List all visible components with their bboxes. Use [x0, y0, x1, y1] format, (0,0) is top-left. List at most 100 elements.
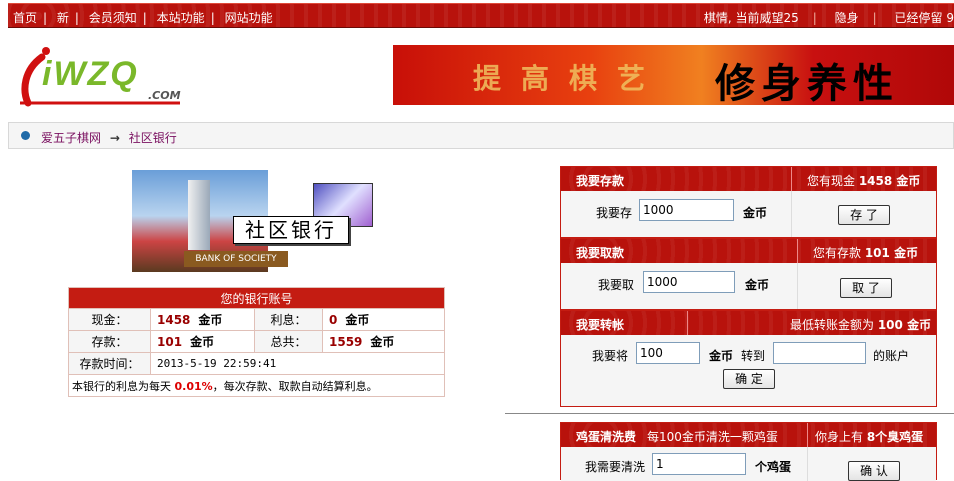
stay-time: 已经停留 9	[894, 11, 954, 25]
bank-sign-subtitle: BANK OF SOCIETY	[184, 251, 288, 267]
withdraw-info-value: 101	[864, 246, 890, 260]
bank-sign: 社区银行	[233, 216, 349, 244]
nav-web-features-link[interactable]: 网站功能	[225, 11, 273, 25]
banner-slogan-left: 提高棋艺	[473, 62, 666, 95]
bullet-icon	[21, 131, 30, 140]
egg-clean-submit-button[interactable]: 确 认	[848, 461, 900, 481]
total-unit: 金币	[370, 335, 395, 349]
withdraw-amount-input[interactable]	[643, 271, 735, 293]
banner-slogan-right: 修身养性	[715, 61, 899, 105]
egg-clean-info: 你身上有 8个臭鸡蛋	[815, 428, 923, 445]
cash-label: 现金：	[68, 308, 151, 331]
total-value-cell: 1559 金币	[322, 330, 445, 353]
transfer-panel: 我要转帐 最低转账金额为 100 金币 我要将 金币 转到 的账户 确 定	[560, 310, 937, 407]
interest-note: 本银行的利息为每天 0.01%，每次存款、取款自动结算利息。	[68, 374, 445, 397]
transfer-panel-header: 我要转帐 最低转账金额为 100 金币	[561, 311, 936, 335]
withdraw-title: 我要取款	[576, 246, 625, 260]
deposit-unit: 金币	[743, 206, 768, 220]
transfer-amount-input[interactable]	[636, 342, 700, 364]
deposit-panel-header: 我要存款 您有现金 1458 金币	[561, 167, 936, 191]
deposit-time-value: 2013-5-19 22:59:41	[150, 352, 445, 375]
site-logo[interactable]: iWZQ .COM	[20, 45, 210, 107]
top-nav-bar: 首页 | 新 | 会员须知 | 本站功能 | 网站功能 棋情, 当前威望25 | 隐身 | …	[8, 3, 954, 28]
transfer-to-label: 转到	[741, 349, 766, 363]
withdraw-amount-label: 我要取	[598, 278, 635, 292]
withdraw-unit: 金币	[745, 278, 770, 292]
breadcrumb-current-link[interactable]: 社区银行	[129, 131, 177, 145]
deposit-value-cell: 101 金币	[150, 330, 255, 353]
nav-member-rules-link[interactable]: 会员须知	[89, 11, 137, 25]
transfer-info-pre: 最低转账金额为	[790, 318, 878, 332]
deposit-info-value: 1458	[858, 174, 893, 188]
transfer-info-unit: 金币	[902, 318, 932, 332]
deposit-panel: 我要存款 您有现金 1458 金币 我要存 金币 存 了	[560, 166, 937, 238]
logo-domain: .COM	[148, 89, 181, 102]
interest-label: 利息：	[254, 308, 323, 331]
total-value: 1559	[329, 335, 363, 349]
breadcrumb: 爱五子棋网 → 社区银行	[8, 122, 954, 149]
logo-text: iWZQ	[42, 55, 139, 93]
deposit-info-pre: 您有现金	[807, 174, 859, 188]
interest-rate: 0.01%	[174, 379, 213, 393]
deposit-info: 您有现金 1458 金币	[807, 172, 920, 189]
deposit-info-unit: 金币	[892, 174, 921, 188]
deposit-submit-button[interactable]: 存 了	[838, 205, 890, 225]
nav-site-features-link[interactable]: 本站功能	[157, 11, 205, 25]
interest-value-cell: 0 金币	[322, 308, 445, 331]
transfer-submit-button[interactable]: 确 定	[723, 369, 775, 389]
deposit-value: 101	[157, 335, 183, 349]
deposit-time-label: 存款时间：	[68, 352, 151, 375]
transfer-amount-label: 我要将	[592, 349, 629, 363]
arrow-icon: →	[109, 131, 120, 145]
nav-home-link[interactable]: 首页	[13, 11, 37, 25]
deposit-unit: 金币	[190, 335, 215, 349]
prestige-status: 棋情, 当前威望25	[703, 11, 799, 25]
transfer-suffix: 的账户	[873, 349, 910, 363]
egg-clean-unit: 个鸡蛋	[755, 460, 792, 474]
transfer-target-account-input[interactable]	[773, 342, 866, 364]
slogan-banner: 提高棋艺 修身养性	[393, 45, 954, 105]
interest-unit: 金币	[345, 313, 370, 327]
egg-clean-title: 鸡蛋清洗费	[576, 430, 637, 444]
deposit-label: 存款：	[68, 330, 151, 353]
interest-note-pre: 本银行的利息为每天	[72, 379, 175, 393]
withdraw-panel: 我要取款 您有存款 101 金币 我要取 金币 取 了	[560, 238, 937, 310]
withdraw-info-pre: 您有存款	[813, 246, 865, 260]
egg-clean-count-input[interactable]	[652, 453, 746, 475]
account-table-header: 您的银行账号	[68, 287, 445, 309]
egg-info-value: 8个臭鸡蛋	[866, 430, 924, 444]
top-nav-links: 首页 | 新 | 会员须知 | 本站功能 | 网站功能	[13, 11, 273, 25]
transfer-unit: 金币	[709, 349, 734, 363]
egg-clean-label: 我需要清洗	[585, 460, 646, 474]
transfer-title: 我要转帐	[576, 318, 625, 332]
egg-clean-panel-body: 我需要清洗 个鸡蛋 确 认	[561, 447, 936, 481]
transfer-info: 最低转账金额为 100 金币	[790, 316, 931, 333]
withdraw-info: 您有存款 101 金币	[813, 244, 918, 261]
egg-clean-desc: 每100金币清洗一颗鸡蛋	[647, 430, 778, 444]
deposit-panel-body: 我要存 金币 存 了	[561, 191, 936, 237]
breadcrumb-home-link[interactable]: 爱五子棋网	[41, 131, 101, 145]
egg-clean-panel: 鸡蛋清洗费 每100金币清洗一颗鸡蛋 你身上有 8个臭鸡蛋 我需要清洗 个鸡蛋 …	[560, 422, 937, 481]
cash-value-cell: 1458 金币	[150, 308, 255, 331]
egg-clean-panel-header: 鸡蛋清洗费 每100金币清洗一颗鸡蛋 你身上有 8个臭鸡蛋	[561, 423, 936, 447]
withdraw-panel-body: 我要取 金币 取 了	[561, 263, 936, 309]
deposit-amount-label: 我要存	[596, 206, 633, 220]
bank-account-table: 您的银行账号 现金： 1458 金币 利息： 0 金币 存款： 101 金币 总共： …	[68, 287, 445, 397]
transfer-info-value: 100	[877, 318, 903, 332]
withdraw-submit-button[interactable]: 取 了	[840, 278, 892, 298]
interest-value: 0	[329, 313, 338, 327]
interest-note-post: ，每次存款、取款自动结算利息。	[212, 379, 378, 393]
deposit-title: 我要存款	[576, 174, 625, 188]
hide-link[interactable]: 隐身	[835, 11, 859, 25]
total-label: 总共：	[254, 330, 323, 353]
nav-new-link[interactable]: 新	[57, 11, 69, 25]
egg-info-pre: 你身上有	[815, 430, 867, 444]
transfer-panel-body: 我要将 金币 转到 的账户 确 定	[561, 335, 936, 406]
deposit-amount-input[interactable]	[639, 199, 734, 221]
user-status: 棋情, 当前威望25 | 隐身 | 已经停留 9	[703, 11, 954, 25]
cash-value: 1458	[157, 313, 191, 327]
withdraw-info-unit: 金币	[889, 246, 919, 260]
cash-unit: 金币	[198, 313, 223, 327]
section-divider	[505, 413, 954, 414]
withdraw-panel-header: 我要取款 您有存款 101 金币	[561, 239, 936, 263]
